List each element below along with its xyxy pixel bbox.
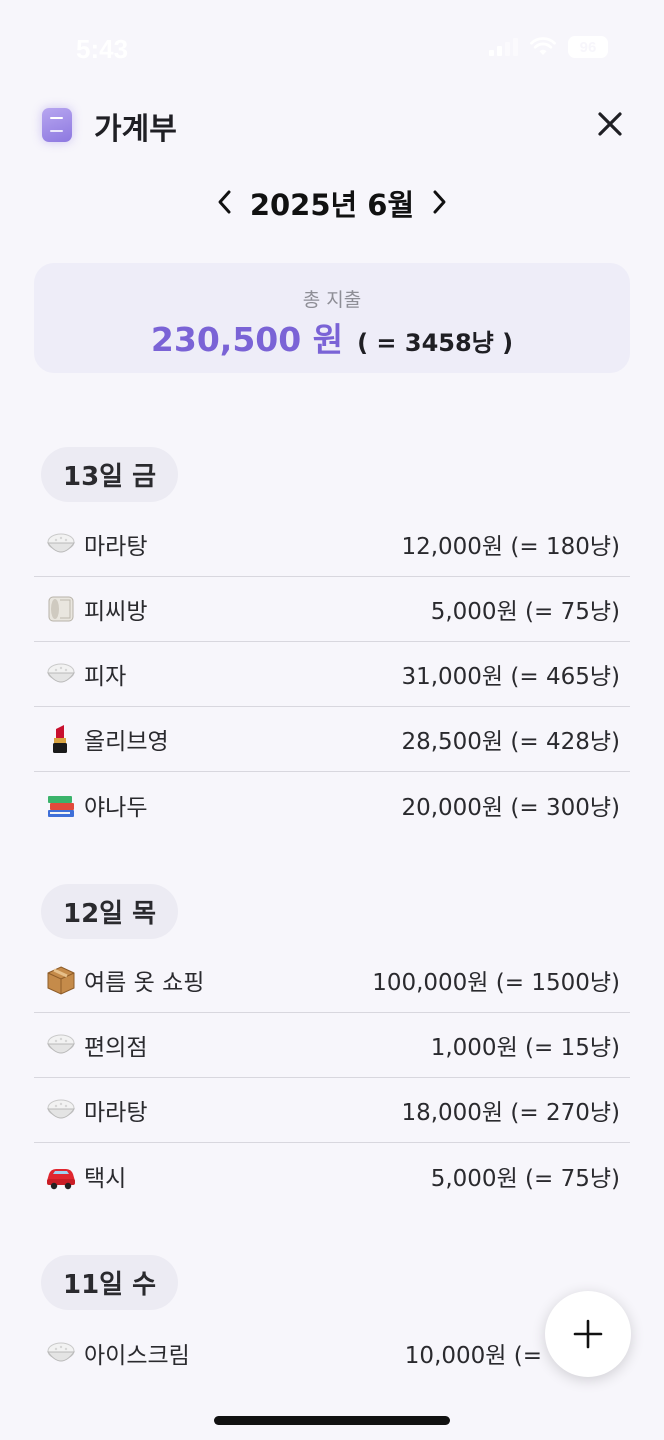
expense-item[interactable]: 올리브영 28,500원 (= 428냥) — [34, 707, 630, 772]
expense-item[interactable]: 마라탕 12,000원 (= 180냥) — [34, 512, 630, 577]
rice-bowl-icon — [47, 1342, 75, 1361]
package-icon — [47, 966, 75, 995]
date-chip: 13일 금 — [41, 447, 179, 502]
month-label: 2025년 6월 — [249, 188, 415, 222]
item-name: 마라탕 — [84, 1100, 148, 1126]
item-amount: 12,000원 (= 180냥) — [401, 534, 620, 560]
item-name: 마라탕 — [84, 534, 148, 560]
books-icon — [48, 795, 74, 817]
rice-bowl-icon — [47, 533, 75, 553]
date-chip: 11일 수 — [41, 1255, 179, 1310]
expense-item[interactable]: 아이스크림 10,000원 (= — [34, 1320, 630, 1385]
item-amount: 5,000원 (= 75냥) — [430, 599, 620, 625]
total-expense-card: 총 지출 230,500 원 ( = 3458냥 ) — [34, 263, 630, 373]
expense-item[interactable]: 편의점 1,000원 (= 15냥) — [34, 1013, 630, 1078]
status-bar: 5:43 96 — [0, 0, 664, 100]
expense-item[interactable]: 택시 5,000원 (= 75냥) — [34, 1143, 630, 1208]
item-amount: 28,500원 (= 428냥) — [401, 729, 620, 755]
item-name: 택시 — [84, 1165, 127, 1192]
next-month-button[interactable] — [422, 186, 456, 218]
status-time: 5:43 — [76, 34, 129, 64]
wifi-icon — [530, 37, 556, 55]
item-name: 편의점 — [84, 1035, 148, 1061]
month-navigation: 2025년 6월 — [0, 176, 664, 228]
home-indicator[interactable] — [214, 1416, 450, 1425]
ledger-book-icon — [42, 108, 72, 142]
rice-bowl-icon — [47, 1099, 75, 1119]
cellular-signal-icon — [489, 38, 518, 56]
item-amount: 18,000원 (= 270냥) — [401, 1100, 620, 1126]
expense-item[interactable]: 야나두 20,000원 (= 300냥) — [34, 772, 630, 837]
page-title: 가계부 — [94, 112, 177, 147]
item-amount: 100,000원 (= 1500냥) — [372, 970, 620, 996]
lipstick-icon — [53, 725, 67, 753]
rice-bowl-icon — [47, 663, 75, 683]
car-icon — [47, 1168, 75, 1189]
total-expense-row: 230,500 원 ( = 3458냥 ) — [34, 313, 630, 361]
battery-icon: 96 — [568, 36, 608, 58]
header: 가계부 — [0, 100, 664, 154]
rice-bowl-icon — [47, 1034, 75, 1054]
item-amount: 10,000원 (= — [404, 1342, 542, 1369]
item-amount: 20,000원 (= 300냥) — [401, 794, 620, 821]
item-amount: 31,000원 (= 465냥) — [401, 664, 620, 690]
item-name: 피자 — [84, 664, 127, 690]
item-amount: 5,000원 (= 75냥) — [430, 1165, 620, 1192]
close-icon — [598, 112, 622, 136]
total-expense-amount: 230,500 원 — [150, 320, 344, 359]
status-icons: 96 — [489, 36, 608, 58]
expense-item[interactable]: 마라탕 18,000원 (= 270냥) — [34, 1078, 630, 1143]
plus-icon — [573, 1319, 603, 1349]
chevron-right-icon — [433, 190, 446, 214]
expense-item[interactable]: 피자 31,000원 (= 465냥) — [34, 642, 630, 707]
close-button[interactable] — [592, 106, 628, 142]
item-amount: 1,000원 (= 15냥) — [430, 1035, 620, 1061]
item-name: 피씨방 — [84, 599, 148, 625]
total-expense-nyang: ( = 3458냥 ) — [357, 329, 514, 357]
expense-item[interactable]: 여름 옷 쇼핑 100,000원 (= 1500냥) — [34, 948, 630, 1013]
add-expense-button[interactable] — [545, 1291, 631, 1377]
date-chip: 12일 목 — [41, 884, 179, 939]
item-name: 여름 옷 쇼핑 — [84, 970, 205, 996]
item-name: 아이스크림 — [84, 1342, 190, 1369]
item-name: 야나두 — [84, 794, 148, 821]
tissue-roll-icon — [48, 596, 74, 622]
expense-item[interactable]: 피씨방 5,000원 (= 75냥) — [34, 577, 630, 642]
total-expense-label: 총 지출 — [302, 289, 362, 311]
item-name: 올리브영 — [84, 729, 169, 755]
